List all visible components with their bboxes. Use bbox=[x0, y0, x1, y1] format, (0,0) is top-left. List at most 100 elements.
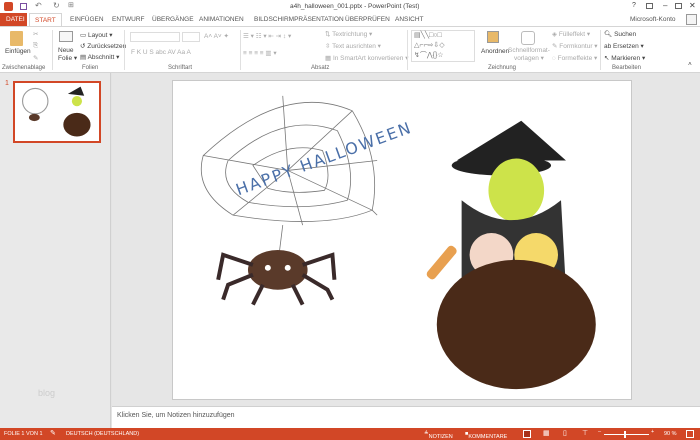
tab-animationen[interactable]: ANIMATIONEN bbox=[199, 16, 244, 23]
new-slide-icon bbox=[59, 31, 73, 42]
undo-icon[interactable]: ↶ bbox=[35, 1, 42, 10]
watermark: blog bbox=[38, 388, 56, 398]
tab-start[interactable]: START bbox=[29, 13, 62, 27]
witch bbox=[426, 120, 596, 390]
group-label-editing: Bearbeiten bbox=[612, 65, 642, 71]
text-direction-label: Textrichtung bbox=[332, 31, 368, 38]
shape-effects-button[interactable]: ◌ Formeffekte ▾ bbox=[552, 54, 597, 62]
slide-sorter-button[interactable]: ▦ bbox=[543, 429, 550, 437]
section-button[interactable]: ▤ Abschnitt ▾ bbox=[80, 53, 119, 61]
tab-datei[interactable]: DATEI bbox=[0, 13, 27, 26]
font-format-buttons[interactable]: F K U S abc AV Aa A bbox=[131, 49, 191, 56]
paste-button[interactable]: Einfügen bbox=[5, 48, 31, 55]
section-label: Abschnitt bbox=[87, 54, 115, 61]
notes-placeholder[interactable]: Klicken Sie, um Notizen hinzuzufügen bbox=[117, 412, 235, 419]
normal-view-button[interactable] bbox=[523, 430, 531, 438]
font-size-input[interactable] bbox=[182, 32, 200, 42]
shape-effects-label: Formeffekte bbox=[557, 55, 593, 62]
quick-styles-button[interactable]: Schnellformat-vorlagen ▾ bbox=[508, 47, 550, 63]
close-button[interactable]: ✕ bbox=[689, 1, 696, 10]
shapes-gallery[interactable]: ▤╲╲□○□ △⌐⌐⇨⇩◇ ↯⌒⋀{}☆ bbox=[411, 30, 475, 62]
list-buttons[interactable]: ☰ ▾ ☷ ▾ ⇤ ⇥ ↕ ▾ bbox=[243, 32, 291, 40]
spider bbox=[216, 249, 337, 306]
powerpoint-logo-icon bbox=[4, 2, 13, 11]
notes-button[interactable]: ≜ NOTIZEN bbox=[424, 431, 453, 440]
tab-ansicht[interactable]: ANSICHT bbox=[395, 16, 424, 23]
align-buttons[interactable]: ≡ ≡ ≡ ≡ ▥ ▾ bbox=[243, 49, 277, 57]
ribbon-tabs: DATEI START EINFÜGEN ENTWURF ÜBERGÄNGE A… bbox=[0, 13, 700, 27]
cut-icon[interactable]: ✂ bbox=[33, 30, 38, 38]
paste-icon bbox=[10, 31, 23, 46]
quick-styles-icon bbox=[521, 31, 535, 45]
reset-button[interactable]: ↺ Zurücksetzen bbox=[80, 42, 126, 50]
copy-icon[interactable]: ⎘ bbox=[33, 42, 38, 50]
arrange-button[interactable]: Anordnen bbox=[481, 48, 509, 55]
tab-einfuegen[interactable]: EINFÜGEN bbox=[70, 16, 104, 23]
quick-styles-label: Schnellformat- bbox=[508, 47, 550, 54]
arrange-icon bbox=[487, 31, 499, 43]
zoom-in-button[interactable]: + bbox=[651, 429, 654, 435]
help-button[interactable]: ? bbox=[632, 2, 636, 9]
reading-view-button[interactable]: ▯ bbox=[563, 429, 567, 437]
slide-number: 1 bbox=[5, 80, 9, 87]
ribbon: Einfügen ✂ ⎘ ✎ Zwischenablage Neue Folie … bbox=[0, 26, 700, 73]
tab-ueberpruefen[interactable]: ÜBERPRÜFEN bbox=[345, 16, 390, 23]
format-painter-icon[interactable]: ✎ bbox=[33, 54, 38, 62]
minimize-button[interactable]: – bbox=[663, 1, 667, 10]
presentation-icon[interactable]: ⊞ bbox=[68, 1, 74, 9]
redo-icon[interactable]: ↻ bbox=[53, 1, 60, 10]
halloween-illustration: HAPPY HALLOWEEN bbox=[200, 95, 596, 390]
slide-indicator: FOLIE 1 VON 1 bbox=[4, 431, 43, 437]
tab-uebergaenge[interactable]: ÜBERGÄNGE bbox=[152, 16, 194, 23]
slideshow-button[interactable]: ⊤ bbox=[582, 429, 588, 437]
shape-outline-button[interactable]: ✎ Formkontur ▾ bbox=[552, 42, 598, 50]
font-grow-shrink[interactable]: A˄ A˅ ✦ bbox=[204, 32, 229, 40]
group-label-drawing: Zeichnung bbox=[488, 65, 517, 71]
tab-entwurf[interactable]: ENTWURF bbox=[112, 16, 145, 23]
avatar[interactable] bbox=[686, 14, 697, 25]
find-button[interactable]: 🔍︎ Suchen bbox=[604, 30, 636, 38]
notes-pane[interactable]: Klicken Sie, um Notizen hinzuzufügen bbox=[112, 406, 700, 428]
tab-bildschirmpraesentation[interactable]: BILDSCHIRMPRÄSENTATION bbox=[254, 16, 344, 23]
group-label-paragraph: Absatz bbox=[311, 65, 330, 71]
layout-label: Layout bbox=[87, 32, 108, 39]
quick-styles-label-2: vorlagen bbox=[513, 55, 539, 62]
replace-label: Ersetzen bbox=[613, 43, 639, 50]
window-title: a4h_halloween_001.pptx - PowerPoint (Tes… bbox=[290, 3, 420, 10]
text-direction-button[interactable]: ⇅ Textrichtung ▾ bbox=[325, 30, 372, 38]
new-slide-button[interactable]: Neue Folie ▾ bbox=[58, 47, 77, 63]
title-bar: ↶ ↻ ⊞ a4h_halloween_001.pptx - PowerPoin… bbox=[0, 0, 700, 13]
zoom-out-button[interactable]: – bbox=[598, 429, 601, 435]
group-label-slides: Folien bbox=[82, 65, 99, 71]
notes-label: NOTIZEN bbox=[428, 434, 453, 440]
replace-button[interactable]: ab Ersetzen ▾ bbox=[604, 42, 644, 50]
comments-button[interactable]: ■ KOMMENTARE bbox=[465, 431, 507, 440]
spellcheck-icon[interactable]: ✎ bbox=[50, 429, 56, 437]
zoom-slider[interactable] bbox=[604, 434, 649, 435]
align-text-label: Text ausrichten bbox=[332, 43, 376, 50]
account-link[interactable]: Microsoft-Konto bbox=[630, 16, 676, 23]
shape-fill-label: Fülleffekt bbox=[558, 31, 586, 38]
select-label: Markieren bbox=[611, 55, 641, 62]
zoom-slider-thumb[interactable] bbox=[624, 431, 626, 438]
shape-fill-button[interactable]: ◈ Fülleffekt ▾ bbox=[552, 30, 590, 38]
find-label: Suchen bbox=[614, 31, 637, 38]
web-text: HAPPY HALLOWEEN bbox=[233, 118, 415, 200]
save-icon[interactable] bbox=[20, 3, 27, 10]
group-label-font: Schriftart bbox=[168, 65, 193, 71]
slide-canvas[interactable]: HAPPY HALLOWEEN bbox=[172, 80, 632, 400]
zoom-level[interactable]: 90 % bbox=[664, 431, 677, 437]
align-text-button[interactable]: ⇳ Text ausrichten ▾ bbox=[325, 42, 381, 50]
select-button[interactable]: ↖ Markieren ▾ bbox=[604, 54, 645, 62]
smartart-button[interactable]: ▦ In SmartArt konvertieren ▾ bbox=[325, 54, 408, 62]
layout-button[interactable]: ▭ Layout ▾ bbox=[80, 31, 113, 39]
maximize-button[interactable] bbox=[675, 3, 682, 9]
comments-label: KOMMENTARE bbox=[468, 434, 508, 440]
new-slide-label-2: Folie bbox=[58, 55, 73, 62]
slide-thumbnail-1[interactable] bbox=[13, 81, 101, 143]
collapse-ribbon-button[interactable]: ˄ bbox=[688, 61, 692, 68]
language-indicator[interactable]: DEUTSCH (DEUTSCHLAND) bbox=[66, 431, 139, 437]
fit-to-window-icon[interactable] bbox=[686, 430, 694, 438]
font-name-input[interactable] bbox=[130, 32, 180, 42]
ribbon-display-button[interactable] bbox=[646, 3, 653, 9]
